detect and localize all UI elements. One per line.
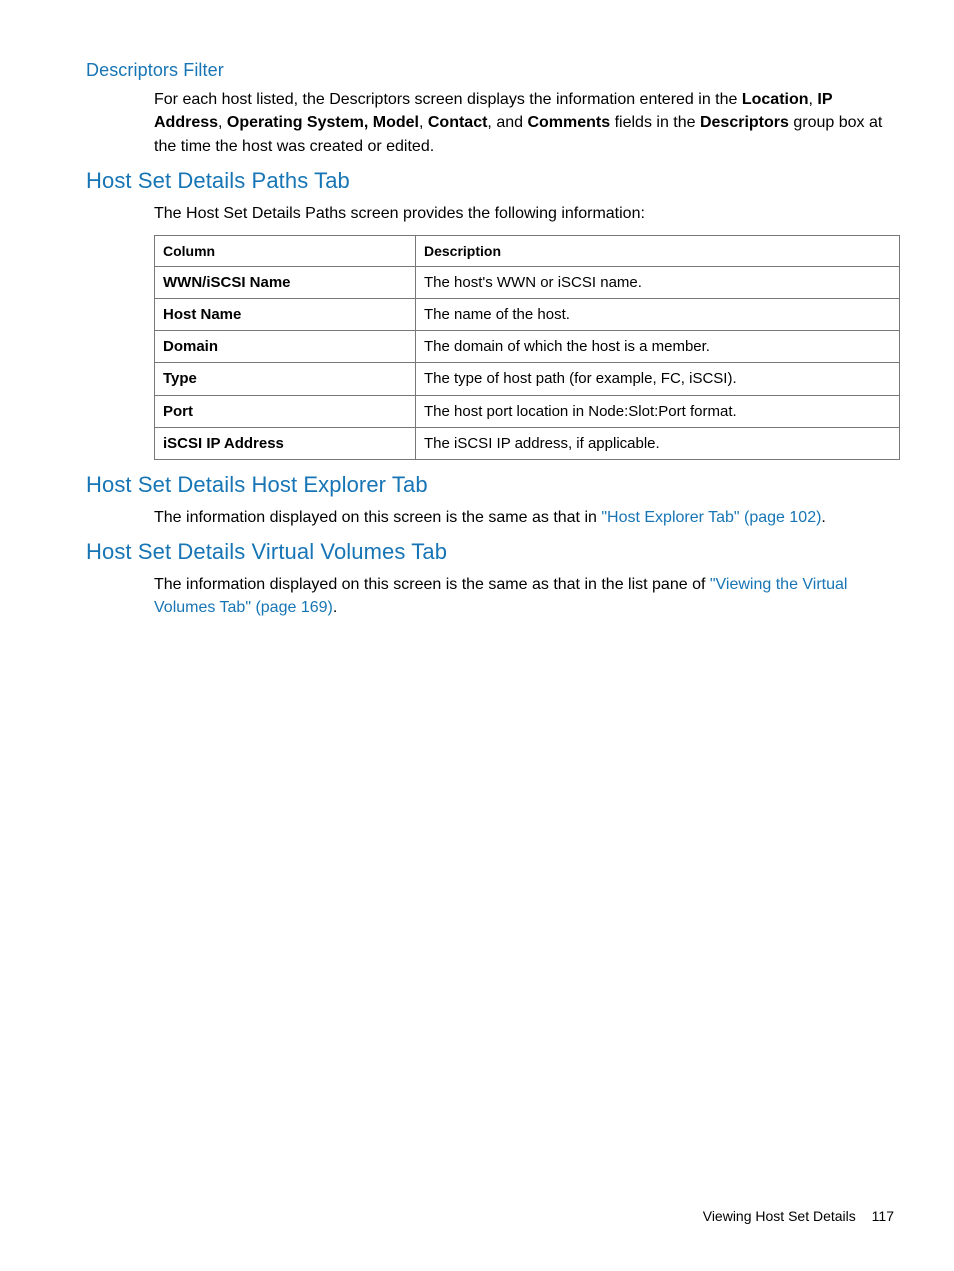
section-paths-tab: Host Set Details Paths Tab The Host Set …	[86, 166, 894, 460]
table-row: Host Name The name of the host.	[155, 298, 900, 330]
footer-page-number: 117	[872, 1208, 894, 1224]
cell-description: The type of host path (for example, FC, …	[416, 363, 900, 395]
cell-column: iSCSI IP Address	[155, 427, 416, 459]
cell-column: Domain	[155, 331, 416, 363]
text-bold-os-model: Operating System, Model	[227, 114, 419, 131]
text-bold-contact: Contact	[428, 114, 488, 131]
footer-section-title: Viewing Host Set Details	[703, 1208, 856, 1224]
page-footer: Viewing Host Set Details 117	[703, 1207, 894, 1226]
text-bold-location: Location	[742, 91, 809, 108]
cell-column: Port	[155, 395, 416, 427]
cell-column: Type	[155, 363, 416, 395]
heading-descriptors-filter: Descriptors Filter	[86, 58, 894, 82]
text-run: .	[333, 599, 337, 616]
cell-description: The name of the host.	[416, 298, 900, 330]
para-virtual-volumes: The information displayed on this screen…	[154, 573, 894, 619]
text-run: fields in the	[610, 114, 700, 131]
table-row: iSCSI IP Address The iSCSI IP address, i…	[155, 427, 900, 459]
text-bold-comments: Comments	[527, 114, 610, 131]
text-run: ,	[419, 114, 428, 131]
text-run: , and	[487, 114, 527, 131]
table-paths: Column Description WWN/iSCSI Name The ho…	[154, 235, 900, 460]
section-host-explorer-tab: Host Set Details Host Explorer Tab The i…	[86, 470, 894, 529]
cell-description: The host port location in Node:Slot:Port…	[416, 395, 900, 427]
heading-virtual-volumes-tab: Host Set Details Virtual Volumes Tab	[86, 537, 894, 567]
section-descriptors-filter: Descriptors Filter For each host listed,…	[86, 58, 894, 158]
table-header-row: Column Description	[155, 235, 900, 266]
cell-description: The domain of which the host is a member…	[416, 331, 900, 363]
text-run: The information displayed on this screen…	[154, 576, 710, 593]
text-run: ,	[218, 114, 227, 131]
para-host-explorer: The information displayed on this screen…	[154, 506, 894, 529]
th-description: Description	[416, 235, 900, 266]
cell-column: WWN/iSCSI Name	[155, 266, 416, 298]
table-row: Domain The domain of which the host is a…	[155, 331, 900, 363]
text-run: .	[821, 509, 825, 526]
text-bold-descriptors: Descriptors	[700, 114, 789, 131]
link-host-explorer-tab[interactable]: "Host Explorer Tab" (page 102)	[601, 509, 821, 526]
table-row: Type The type of host path (for example,…	[155, 363, 900, 395]
table-row: Port The host port location in Node:Slot…	[155, 395, 900, 427]
para-descriptors-filter: For each host listed, the Descriptors sc…	[154, 88, 894, 158]
para-paths-intro: The Host Set Details Paths screen provid…	[154, 202, 894, 225]
table-row: WWN/iSCSI Name The host's WWN or iSCSI n…	[155, 266, 900, 298]
cell-column: Host Name	[155, 298, 416, 330]
cell-description: The host's WWN or iSCSI name.	[416, 266, 900, 298]
heading-host-explorer-tab: Host Set Details Host Explorer Tab	[86, 470, 894, 500]
section-virtual-volumes-tab: Host Set Details Virtual Volumes Tab The…	[86, 537, 894, 619]
text-run: For each host listed, the Descriptors sc…	[154, 91, 742, 108]
heading-paths-tab: Host Set Details Paths Tab	[86, 166, 894, 196]
text-run: The information displayed on this screen…	[154, 509, 601, 526]
cell-description: The iSCSI IP address, if applicable.	[416, 427, 900, 459]
th-column: Column	[155, 235, 416, 266]
